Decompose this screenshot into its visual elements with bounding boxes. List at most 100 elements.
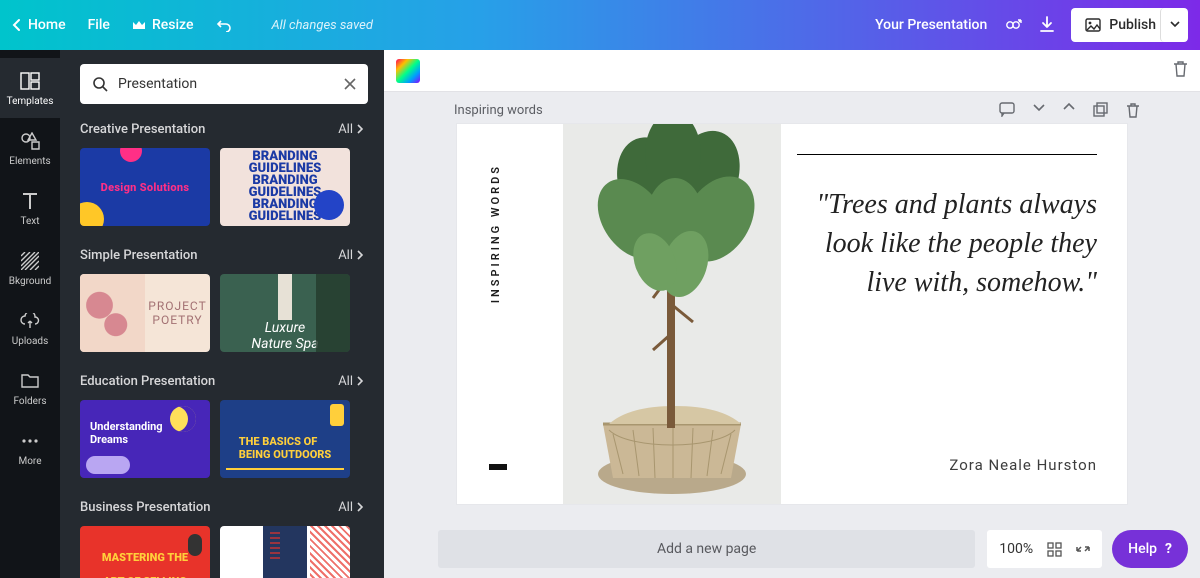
thumb-line: BEING OUTDOORS [239, 448, 332, 461]
topbar: Home File Resize All changes saved Your … [0, 0, 1200, 50]
image-icon [1085, 18, 1101, 32]
templates-icon [19, 70, 41, 92]
all-label: All [338, 500, 353, 515]
delete-slide-button[interactable] [1126, 102, 1140, 118]
category-all-button[interactable]: All [338, 248, 364, 263]
move-down-button[interactable] [1033, 102, 1045, 118]
slide-meta: Inspiring words [384, 92, 1200, 122]
uploads-icon [19, 310, 41, 332]
slide-quote[interactable]: "Trees and plants always look like the p… [797, 185, 1097, 303]
rail-item-templates[interactable]: Templates [0, 58, 60, 118]
left-rail: Templates Elements Text Bkground Uploads… [0, 50, 60, 578]
thumb-line: PROJECT [148, 299, 206, 313]
template-thumb[interactable]: PROJECT POETRY [80, 274, 210, 352]
search-input[interactable] [118, 76, 344, 92]
search-wrap [60, 50, 384, 114]
home-button[interactable]: Home [12, 17, 66, 33]
category-business: Business Presentation All MASTERING THE … [60, 492, 384, 578]
thumb-line: MASTERING THE [102, 552, 188, 564]
rail-label: Templates [7, 96, 54, 107]
background-icon [19, 250, 41, 272]
thumb-line: Understanding [90, 420, 163, 433]
category-all-button[interactable]: All [338, 122, 364, 137]
rail-item-elements[interactable]: Elements [0, 118, 60, 178]
search-box[interactable] [80, 64, 368, 104]
template-thumb[interactable]: MASTERING THE ART OF SELLING [80, 526, 210, 578]
slide-title[interactable]: Inspiring words [454, 103, 543, 118]
delete-button[interactable] [1173, 62, 1188, 81]
question-icon: ? [1165, 541, 1172, 557]
footer-bar: Add a new page 100% Help ? [438, 530, 1188, 568]
topbar-left: Home File Resize All changes saved [12, 17, 373, 33]
publish-label: Publish [1109, 17, 1156, 33]
rail-label: Folders [13, 396, 46, 407]
more-icon [19, 430, 41, 452]
rail-label: Elements [9, 156, 50, 167]
rail-item-text[interactable]: Text [0, 178, 60, 238]
chevron-left-icon [12, 18, 22, 32]
zoom-controls: 100% [987, 530, 1102, 568]
folder-icon [19, 370, 41, 392]
thumb-line: POETRY [152, 313, 202, 327]
color-swatch-button[interactable] [396, 59, 420, 83]
all-label: All [338, 374, 353, 389]
rail-item-more[interactable]: More [0, 418, 60, 478]
slide-divider[interactable] [797, 154, 1097, 155]
comment-button[interactable] [999, 102, 1015, 118]
add-page-button[interactable]: Add a new page [438, 530, 975, 568]
rail-item-uploads[interactable]: Uploads [0, 298, 60, 358]
slide-image[interactable] [563, 124, 781, 504]
download-icon[interactable] [1039, 16, 1055, 34]
rail-item-folders[interactable]: Folders [0, 358, 60, 418]
undo-icon [215, 18, 231, 32]
search-clear[interactable] [344, 75, 356, 94]
slide-side-text[interactable]: INSPIRING WORDS [489, 164, 502, 303]
publish-group: Publish [1071, 8, 1188, 42]
template-thumb[interactable]: Luxure Nature Spa [220, 274, 350, 352]
text-icon [19, 190, 41, 212]
elements-icon [19, 130, 41, 152]
grid-view-button[interactable] [1047, 542, 1062, 557]
slide-canvas[interactable]: INSPIRING WORDS [457, 124, 1127, 504]
undo-button[interactable] [215, 18, 231, 32]
publish-button[interactable]: Publish [1071, 8, 1170, 42]
crown-icon [132, 19, 146, 31]
template-thumb[interactable]: Hustle Loft Coworking [220, 526, 350, 578]
file-menu[interactable]: File [88, 17, 110, 33]
thumb-line: Luxure [265, 320, 305, 336]
move-up-button[interactable] [1063, 102, 1075, 118]
slide-author[interactable]: Zora Neale Hurston [949, 456, 1097, 474]
file-label: File [88, 17, 110, 33]
topbar-right: Your Presentation Publish [875, 8, 1188, 42]
template-thumb[interactable]: Design Solutions [80, 148, 210, 226]
resize-label: Resize [152, 17, 194, 33]
save-status: All changes saved [271, 18, 372, 33]
category-title: Creative Presentation [80, 122, 205, 137]
category-title: Simple Presentation [80, 248, 198, 263]
thumb-title: Design Solutions [101, 181, 190, 194]
duplicate-button[interactable] [1093, 102, 1108, 118]
canvas-area: Inspiring words INSPIRING WORDS [384, 50, 1200, 578]
template-thumb[interactable]: THE BASICS OF BEING OUTDOORS [220, 400, 350, 478]
share-icon[interactable] [1003, 16, 1023, 34]
publish-dropdown[interactable] [1160, 8, 1188, 42]
help-button[interactable]: Help ? [1112, 530, 1188, 568]
rail-label: Text [20, 216, 39, 227]
resize-menu[interactable]: Resize [132, 17, 194, 33]
thumb-line: Dreams [90, 433, 128, 446]
thumb-line: THE BASICS OF [239, 435, 318, 448]
doc-title[interactable]: Your Presentation [875, 17, 987, 33]
all-label: All [338, 122, 353, 137]
rail-label: More [18, 456, 41, 467]
rail-label: Uploads [12, 336, 48, 347]
template-thumb[interactable]: BRANDING GUIDELINES BRANDING GUIDELINES … [220, 148, 350, 226]
zoom-value[interactable]: 100% [999, 541, 1033, 557]
category-all-button[interactable]: All [338, 500, 364, 515]
rail-item-background[interactable]: Bkground [0, 238, 60, 298]
help-label: Help [1128, 541, 1157, 557]
thumb-line: Nature Spa [251, 336, 318, 352]
category-title: Education Presentation [80, 374, 215, 389]
fullscreen-button[interactable] [1076, 542, 1090, 556]
category-all-button[interactable]: All [338, 374, 364, 389]
template-thumb[interactable]: Understanding Dreams [80, 400, 210, 478]
